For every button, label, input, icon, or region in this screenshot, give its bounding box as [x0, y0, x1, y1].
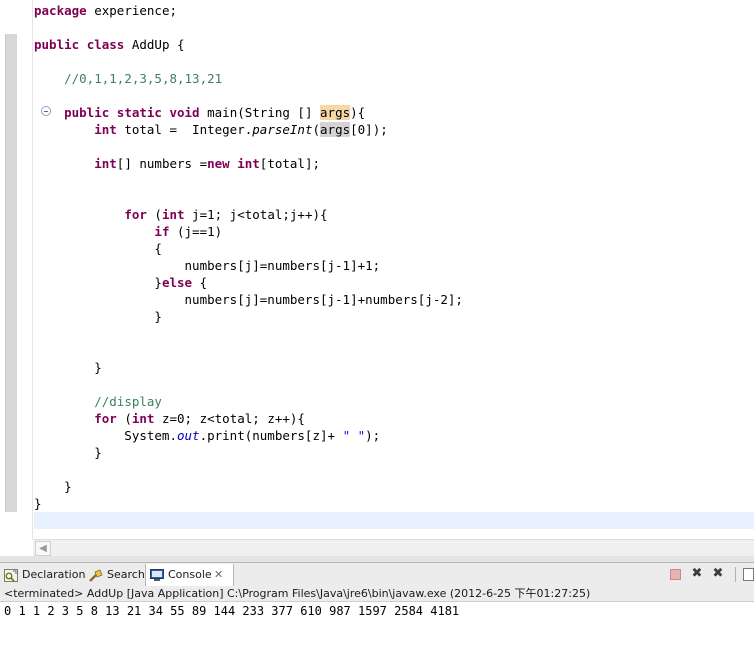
code-line[interactable] — [34, 87, 754, 104]
code-line[interactable] — [34, 342, 754, 359]
code-line[interactable] — [34, 172, 754, 189]
console-monitor-icon — [150, 568, 164, 581]
editor-gutter — [17, 0, 51, 539]
remove-all-glyph: ✖ — [712, 566, 724, 581]
code-line[interactable]: public static void main(String [] args){ — [34, 104, 754, 121]
tab-console[interactable]: Console ✕ — [145, 564, 234, 586]
remove-all-terminated-icon[interactable]: ✖ — [711, 567, 725, 581]
code-line[interactable]: }else { — [34, 274, 754, 291]
code-line[interactable]: } — [34, 308, 754, 325]
code-line[interactable]: int total = Integer.parseInt(args[0]); — [34, 121, 754, 138]
code-line[interactable]: if (j==1) — [34, 223, 754, 240]
code-line[interactable]: for (int j=1; j<total;j++){ — [34, 206, 754, 223]
tab-search-label: Search — [107, 568, 145, 581]
flashlight-search-icon — [89, 568, 103, 582]
code-line[interactable]: System.out.print(numbers[z]+ " "); — [34, 427, 754, 444]
code-line[interactable]: } — [34, 495, 754, 512]
code-line[interactable] — [34, 138, 754, 155]
scroll-left-icon[interactable]: ◀ — [35, 541, 51, 556]
code-line[interactable]: int[] numbers =new int[total]; — [34, 155, 754, 172]
code-line[interactable] — [34, 19, 754, 36]
code-line[interactable]: { — [34, 240, 754, 257]
code-line[interactable]: } — [34, 478, 754, 495]
tab-search[interactable]: Search — [85, 564, 145, 585]
code-line[interactable] — [34, 53, 754, 70]
tab-declaration[interactable]: Declaration — [0, 564, 86, 585]
tab-console-label: Console — [168, 568, 212, 581]
code-lines[interactable]: package experience; public class AddUp { … — [34, 2, 754, 529]
console-status-header: <terminated> AddUp [Java Application] C:… — [0, 586, 754, 602]
code-line[interactable] — [34, 461, 754, 478]
toolbar-separator — [735, 567, 736, 582]
code-line[interactable]: } — [34, 359, 754, 376]
code-line[interactable] — [34, 325, 754, 342]
code-line[interactable]: } — [34, 444, 754, 461]
remove-launch-icon[interactable]: ✖ — [690, 567, 704, 581]
code-line[interactable]: package experience; — [34, 2, 754, 19]
declaration-icon — [4, 568, 18, 582]
close-icon[interactable]: ✕ — [214, 564, 223, 585]
code-line[interactable]: numbers[j]=numbers[j-1]+1; — [34, 257, 754, 274]
code-editor[interactable]: package experience; public class AddUp { … — [0, 0, 754, 539]
code-line[interactable] — [34, 376, 754, 393]
code-line[interactable] — [34, 189, 754, 206]
console-panel: Declaration Search Console ✕ ✖ ✖ <termin… — [0, 562, 754, 647]
overview-ruler — [0, 0, 18, 539]
code-line[interactable]: for (int z=0; z<total; z++){ — [34, 410, 754, 427]
code-line[interactable]: numbers[j]=numbers[j-1]+numbers[j-2]; — [34, 291, 754, 308]
horizontal-scrollbar[interactable]: ◀ — [33, 539, 754, 556]
code-line[interactable] — [34, 512, 754, 529]
terminate-icon[interactable] — [668, 567, 682, 581]
tab-declaration-label: Declaration — [22, 568, 86, 581]
code-line[interactable]: //0,1,1,2,3,5,8,13,21 — [34, 70, 754, 87]
code-line[interactable]: //display — [34, 393, 754, 410]
code-line[interactable]: public class AddUp { — [34, 36, 754, 53]
clear-console-icon[interactable] — [742, 567, 754, 581]
console-output-text[interactable]: 0 1 1 2 3 5 8 13 21 34 55 89 144 233 377… — [4, 603, 459, 619]
panel-tab-bar: Declaration Search Console ✕ ✖ ✖ — [0, 562, 754, 587]
